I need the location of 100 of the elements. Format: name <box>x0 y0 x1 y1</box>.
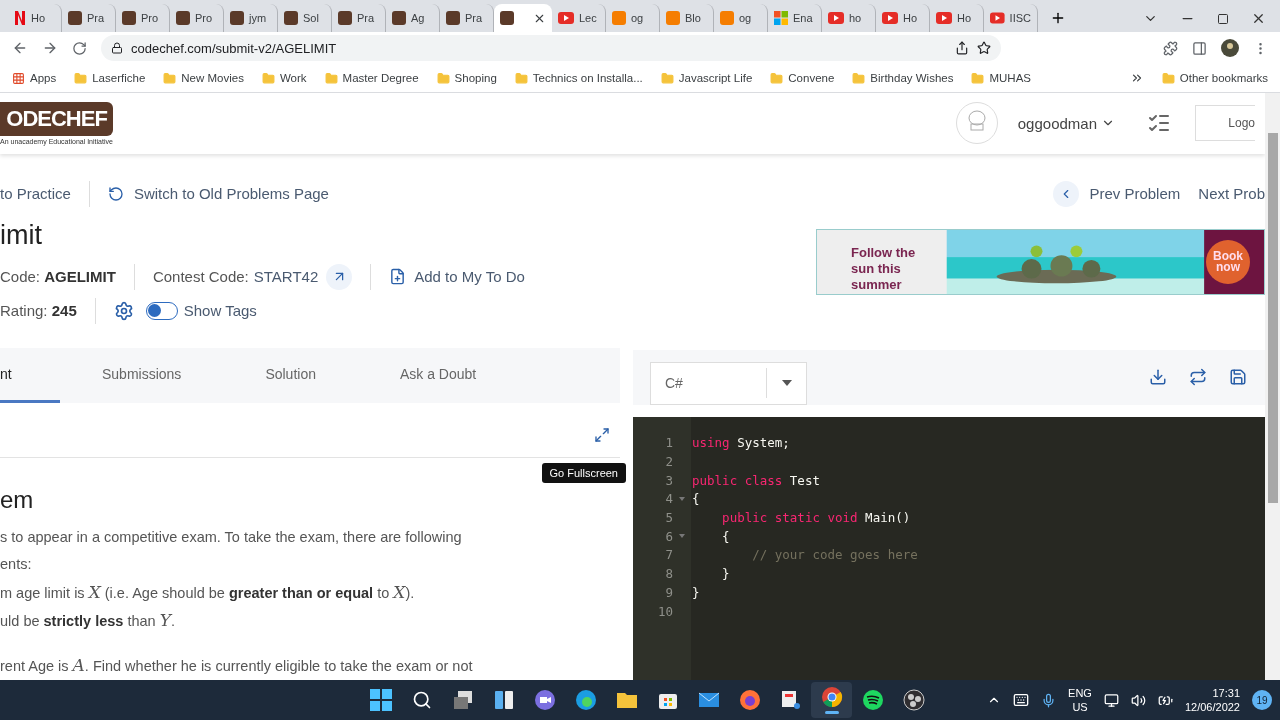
volume-icon[interactable] <box>1130 692 1146 708</box>
close-icon[interactable] <box>1251 11 1266 26</box>
puzzle-icon[interactable] <box>1163 40 1178 56</box>
problem-tab[interactable]: Solution <box>223 347 358 403</box>
code-token: // your code goes here <box>751 547 918 563</box>
bookmark[interactable]: Work <box>261 71 307 85</box>
add-note-icon <box>389 268 407 285</box>
reload-icon[interactable] <box>72 40 87 56</box>
code-token: public class <box>692 472 783 488</box>
chef-hat-icon <box>68 11 82 25</box>
obs-icon <box>902 689 925 711</box>
url-text: codechef.com/submit-v2/AGELIMIT <box>131 40 338 56</box>
statement-text: ents: <box>0 555 33 574</box>
code-editor[interactable]: 1 2 3 4 5 6 7 8 9 10 using System; public class Test { public static void Main() { // your code goes here } } <box>633 416 1265 680</box>
code-token: System; <box>736 435 790 451</box>
browser-tab[interactable] <box>494 4 552 32</box>
bookmark[interactable]: Shoping <box>436 71 497 85</box>
forward-icon[interactable] <box>42 40 58 56</box>
chef-hat-icon <box>176 11 190 25</box>
problem-title: imit <box>0 219 43 252</box>
line-number: 8 <box>664 565 674 583</box>
search-icon <box>411 690 432 710</box>
windows-stack-icon <box>451 689 474 711</box>
folder-icon <box>514 71 528 85</box>
star-icon[interactable] <box>977 41 991 55</box>
old-problems-link[interactable]: Switch to Old Problems Page <box>133 185 329 202</box>
blogger-icon <box>666 11 680 25</box>
fullscreen-button[interactable] <box>594 426 610 443</box>
restore-icon[interactable] <box>1217 12 1229 25</box>
next-problem-link[interactable]: Next Prob <box>1198 185 1265 202</box>
region-code[interactable]: US <box>1072 700 1088 714</box>
keyboard-icon[interactable] <box>1013 692 1030 708</box>
code-token: } <box>692 584 700 600</box>
windows-logo-icon <box>369 689 392 711</box>
clock-time[interactable]: 17:31 <box>1212 686 1240 700</box>
bookmark[interactable]: Apps <box>12 71 57 85</box>
blogger-icon <box>612 11 626 25</box>
snipping-tool-icon <box>779 689 802 711</box>
bookmark[interactable]: Javascript Life <box>660 71 753 85</box>
repeat-icon[interactable] <box>1189 368 1207 386</box>
share-icon[interactable] <box>955 41 969 55</box>
ad-banner[interactable]: Follow the sun this summer Book now <box>816 228 1265 295</box>
contest-code-link[interactable]: START42 <box>253 268 319 285</box>
profile-avatar-icon[interactable] <box>1221 39 1239 57</box>
side-panel-icon[interactable] <box>1192 40 1207 56</box>
fold-caret-icon[interactable] <box>679 496 685 501</box>
taskbar-app[interactable] <box>811 682 852 718</box>
add-to-todo-link[interactable]: Add to My To Do <box>414 268 525 285</box>
new-tab-icon[interactable] <box>1050 10 1066 26</box>
problem-tab[interactable]: Submissions <box>60 347 224 403</box>
chef-hat-icon <box>500 11 514 25</box>
folder-icon <box>1161 71 1175 85</box>
language-code[interactable]: ENG <box>1068 686 1092 700</box>
microphone-icon[interactable] <box>1041 692 1057 708</box>
clock-date[interactable]: 12/06/2022 <box>1184 700 1240 714</box>
bookmark[interactable]: MUHAS <box>971 71 1031 85</box>
user-menu[interactable]: oggoodman <box>1011 113 1121 133</box>
problem-tab[interactable]: nt <box>0 347 60 403</box>
bookmark[interactable]: Other bookmarks <box>1161 71 1268 85</box>
monitor-icon[interactable] <box>1103 692 1119 708</box>
language-select[interactable]: C# <box>650 361 807 405</box>
show-tags-toggle[interactable] <box>145 301 178 320</box>
bookmark[interactable]: Technics on Installa... <box>514 71 643 85</box>
download-icon[interactable] <box>1149 368 1167 386</box>
bookmark[interactable]: Birthday Wishes <box>852 71 954 85</box>
save-icon[interactable] <box>1229 368 1247 386</box>
show-tags-label[interactable]: Show Tags <box>183 302 257 319</box>
scroll-thumb[interactable] <box>1267 133 1278 503</box>
line-number: 6 <box>633 526 691 546</box>
folder-icon <box>770 71 784 85</box>
back-icon[interactable] <box>12 40 28 56</box>
problem-tab[interactable]: Ask a Doubt <box>357 347 519 403</box>
logo[interactable]: ODECHEF <box>0 101 113 136</box>
address-bar[interactable]: codechef.com/submit-v2/AGELIMIT <box>101 35 1001 61</box>
back-to-practice-link[interactable]: to Practice <box>0 185 71 202</box>
chef-hat-icon <box>446 11 460 25</box>
folder-icon <box>660 71 674 85</box>
folder-icon <box>324 71 338 85</box>
folder-icon <box>74 71 88 85</box>
logout-button[interactable]: Logo <box>1195 105 1255 142</box>
ad-headline: Follow the sun this summer <box>851 244 917 293</box>
prev-problem-link[interactable]: Prev Problem <box>1089 185 1181 202</box>
caret-icon <box>781 380 792 386</box>
notification-badge[interactable]: 19 <box>1252 690 1272 710</box>
bookmark[interactable]: Master Degree <box>324 71 419 85</box>
chrome-icon <box>820 686 843 708</box>
widgets-icon <box>492 689 515 711</box>
bookmark[interactable]: New Movies <box>163 71 244 85</box>
section-heading: em <box>0 485 35 514</box>
chef-hat-icon <box>392 11 406 25</box>
line-number: 9 <box>664 583 674 602</box>
bookmark[interactable]: Laserfiche <box>74 71 146 85</box>
line-number: 4 <box>633 489 691 509</box>
scrollbar[interactable] <box>1265 93 1280 680</box>
external-link-icon[interactable] <box>326 263 353 290</box>
chef-hat-icon <box>230 11 244 25</box>
fold-caret-icon[interactable] <box>679 533 685 538</box>
contest-code-label: Contest Code: <box>152 268 249 285</box>
bookmark[interactable]: Convene <box>770 71 835 85</box>
settings-icon[interactable] <box>113 300 134 321</box>
